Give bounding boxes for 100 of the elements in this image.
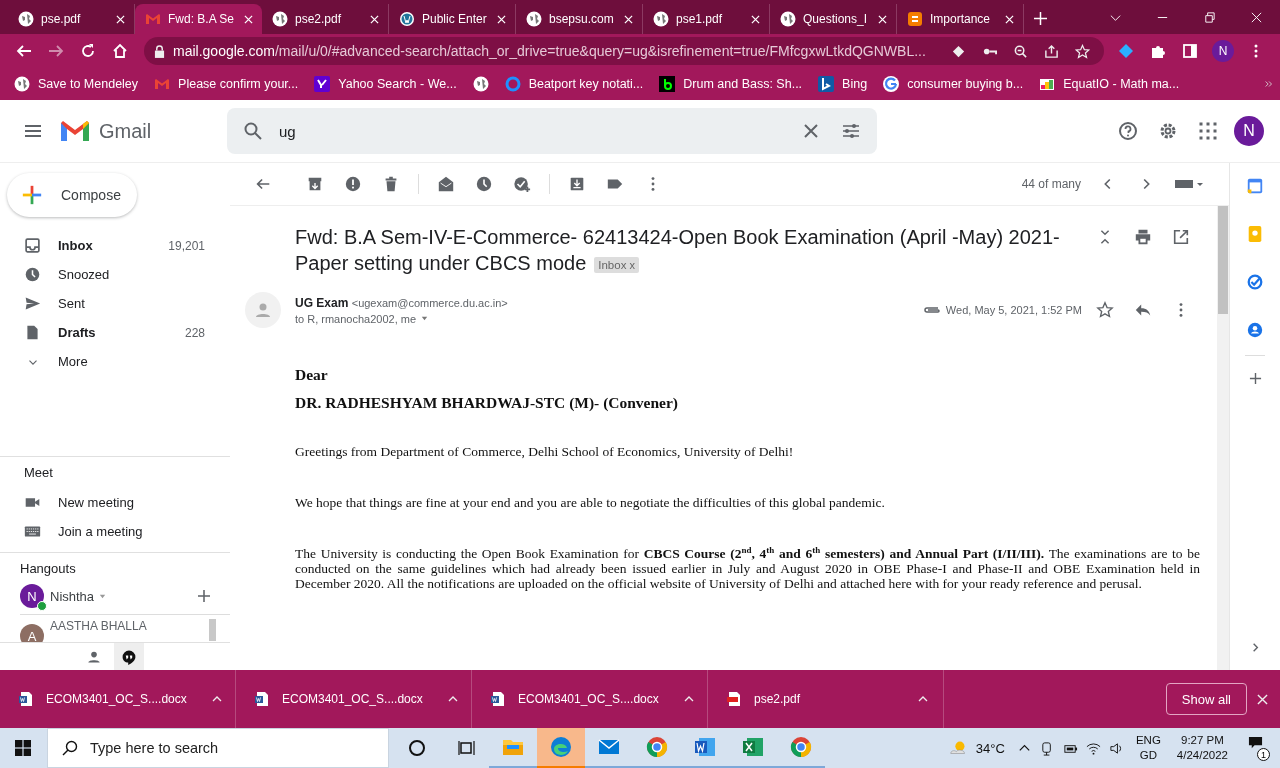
star-icon[interactable] [1096, 301, 1114, 319]
diamond-icon[interactable] [951, 43, 966, 59]
cortana-icon[interactable] [407, 738, 427, 758]
clock-icon[interactable] [475, 175, 493, 193]
globe-icon [472, 76, 489, 92]
back-icon[interactable] [16, 43, 32, 59]
forward-icon[interactable] [48, 43, 64, 59]
speech-bubble-icon [1248, 735, 1263, 750]
report-icon[interactable] [344, 175, 362, 193]
settings-icon[interactable] [1158, 121, 1178, 141]
restore-icon[interactable] [1203, 11, 1216, 24]
bookmark[interactable]: consumer buying b... [883, 76, 1024, 92]
archive-icon[interactable] [306, 175, 324, 193]
recipients[interactable]: to R, rmanocha2002, me [295, 312, 508, 325]
external-link-icon[interactable] [1172, 228, 1190, 246]
globe-icon [18, 11, 34, 27]
profile-avatar[interactable]: N [1212, 40, 1234, 62]
user-name[interactable]: Nishtha [50, 588, 95, 604]
apps-icon[interactable] [1198, 121, 1218, 141]
folder-item[interactable]: Sent [0, 289, 230, 318]
search-field[interactable]: ug [227, 108, 877, 154]
inbox-label[interactable]: Inbox x [594, 256, 640, 273]
play-icon [659, 76, 676, 92]
calendar-icon[interactable] [1246, 177, 1264, 195]
search-icon [243, 121, 263, 141]
globe-icon [14, 76, 30, 92]
puzzle-icon[interactable] [1150, 43, 1166, 59]
close-icon[interactable] [1257, 693, 1268, 705]
compose-button[interactable]: Compose [7, 173, 137, 217]
meet-item[interactable]: Join a meeting [24, 517, 230, 546]
section-heading: Hangouts [20, 561, 77, 576]
word-icon [693, 735, 717, 759]
taskbar-search-field[interactable]: Type here to search [88, 739, 372, 757]
scrollbar-thumb[interactable] [1218, 206, 1228, 314]
message-counter: 44 of many [1021, 177, 1081, 191]
diamond-extension-icon[interactable] [1118, 43, 1134, 59]
share-icon[interactable] [1044, 43, 1059, 59]
globe-icon [526, 11, 542, 27]
add-task-icon[interactable] [513, 175, 531, 193]
word-file-icon [490, 691, 506, 707]
language-indicator[interactable]: ENG GD [1135, 733, 1161, 763]
new-tab-icon[interactable] [1034, 12, 1047, 25]
word-file-icon [254, 691, 270, 707]
bookmark[interactable]: Drum and Bass: Sh... [659, 76, 803, 92]
hangouts-tab[interactable] [114, 643, 144, 670]
address-bar[interactable]: mail.google.com/mail/u/0/#advanced-search/attach_or_drive=true&query=ug&isrefinement=true/FMfcgxwLtkdQGNWBL... [144, 37, 1104, 65]
bookmark[interactable]: EquatIO - Math ma... [1039, 76, 1180, 92]
tasks-icon[interactable] [1246, 273, 1264, 291]
envelope-icon[interactable] [437, 175, 455, 193]
help-icon[interactable] [1118, 121, 1138, 141]
taskbar-search-box[interactable]: Type here to search [47, 728, 389, 768]
google-icon [883, 76, 900, 92]
document-icon [24, 324, 41, 341]
url-text: mail.google.com/mail/u/0/#advanced-search/attach_or_drive=true&query=ug&isrefinement=true/FMfcgxwLtkdQGNWBL... [173, 43, 926, 59]
task-view-icon[interactable] [457, 738, 477, 758]
email-subject: Fwd: B.A Sem-IV-E-Commerce- 62413424-Open Book Examination (April -May) 2021-Paper setting under CBCS mode Inbox x [295, 225, 1061, 276]
pdf-file-icon [726, 691, 742, 707]
folder-item[interactable]: Drafts 228 [0, 318, 230, 347]
bookmark[interactable]: Yahoo Search - We... [314, 76, 457, 92]
paperclip-icon [921, 305, 942, 315]
bookmark[interactable]: Please confirm your... [154, 76, 299, 92]
add-icon[interactable] [198, 590, 210, 602]
mail-logo-icon [145, 11, 161, 27]
bookmark[interactable] [472, 76, 489, 92]
ring-icon [504, 76, 521, 92]
speaker-icon[interactable] [1108, 740, 1124, 756]
clock[interactable]: 9:27 PM 4/24/2022 [1176, 733, 1228, 763]
blogger-icon [907, 11, 923, 27]
home-icon[interactable] [112, 43, 128, 59]
reload-icon[interactable] [80, 43, 96, 59]
profile-avatar[interactable]: N [1234, 116, 1264, 146]
add-icon[interactable] [1248, 372, 1262, 385]
wifi-icon[interactable] [1085, 740, 1101, 756]
scrollbar[interactable] [209, 619, 216, 641]
notifications-button[interactable]: 1 [1244, 735, 1270, 761]
bookmark[interactable]: Save to Mendeley [14, 76, 139, 92]
contacts-icon[interactable] [1246, 321, 1264, 339]
move-to-icon[interactable] [568, 175, 586, 193]
meet-item[interactable]: New meeting [24, 488, 230, 517]
show-all-button[interactable]: Show all [1165, 683, 1247, 715]
yahoo-icon [314, 76, 331, 92]
wordpress-icon [399, 11, 415, 27]
keyboard-icon[interactable] [1175, 178, 1205, 190]
bookmark[interactable]: Beatport key notati... [504, 76, 644, 92]
zoom-icon[interactable] [1013, 43, 1028, 59]
chevron-right-icon[interactable] [1264, 79, 1274, 89]
weather-temperature[interactable]: 34°C [975, 740, 1005, 756]
bookmark[interactable]: Bing [818, 76, 868, 92]
user-avatar: N [20, 584, 44, 608]
filter-icon[interactable] [841, 121, 861, 141]
windows-start-icon[interactable] [15, 740, 31, 756]
caret-icon [420, 314, 430, 323]
email-date: Wed, May 5, 2021, 1:52 PM [945, 304, 1082, 316]
folder-item[interactable]: Snoozed [0, 260, 230, 289]
browser-tab[interactable]: Fwd: B.A Se [135, 4, 262, 34]
folder-item[interactable]: More [0, 347, 230, 376]
print-icon[interactable] [1134, 228, 1152, 246]
folder-item[interactable]: Inbox 19,201 [0, 231, 230, 260]
sidebar-icon[interactable] [1182, 43, 1198, 59]
clock-icon [24, 266, 41, 283]
